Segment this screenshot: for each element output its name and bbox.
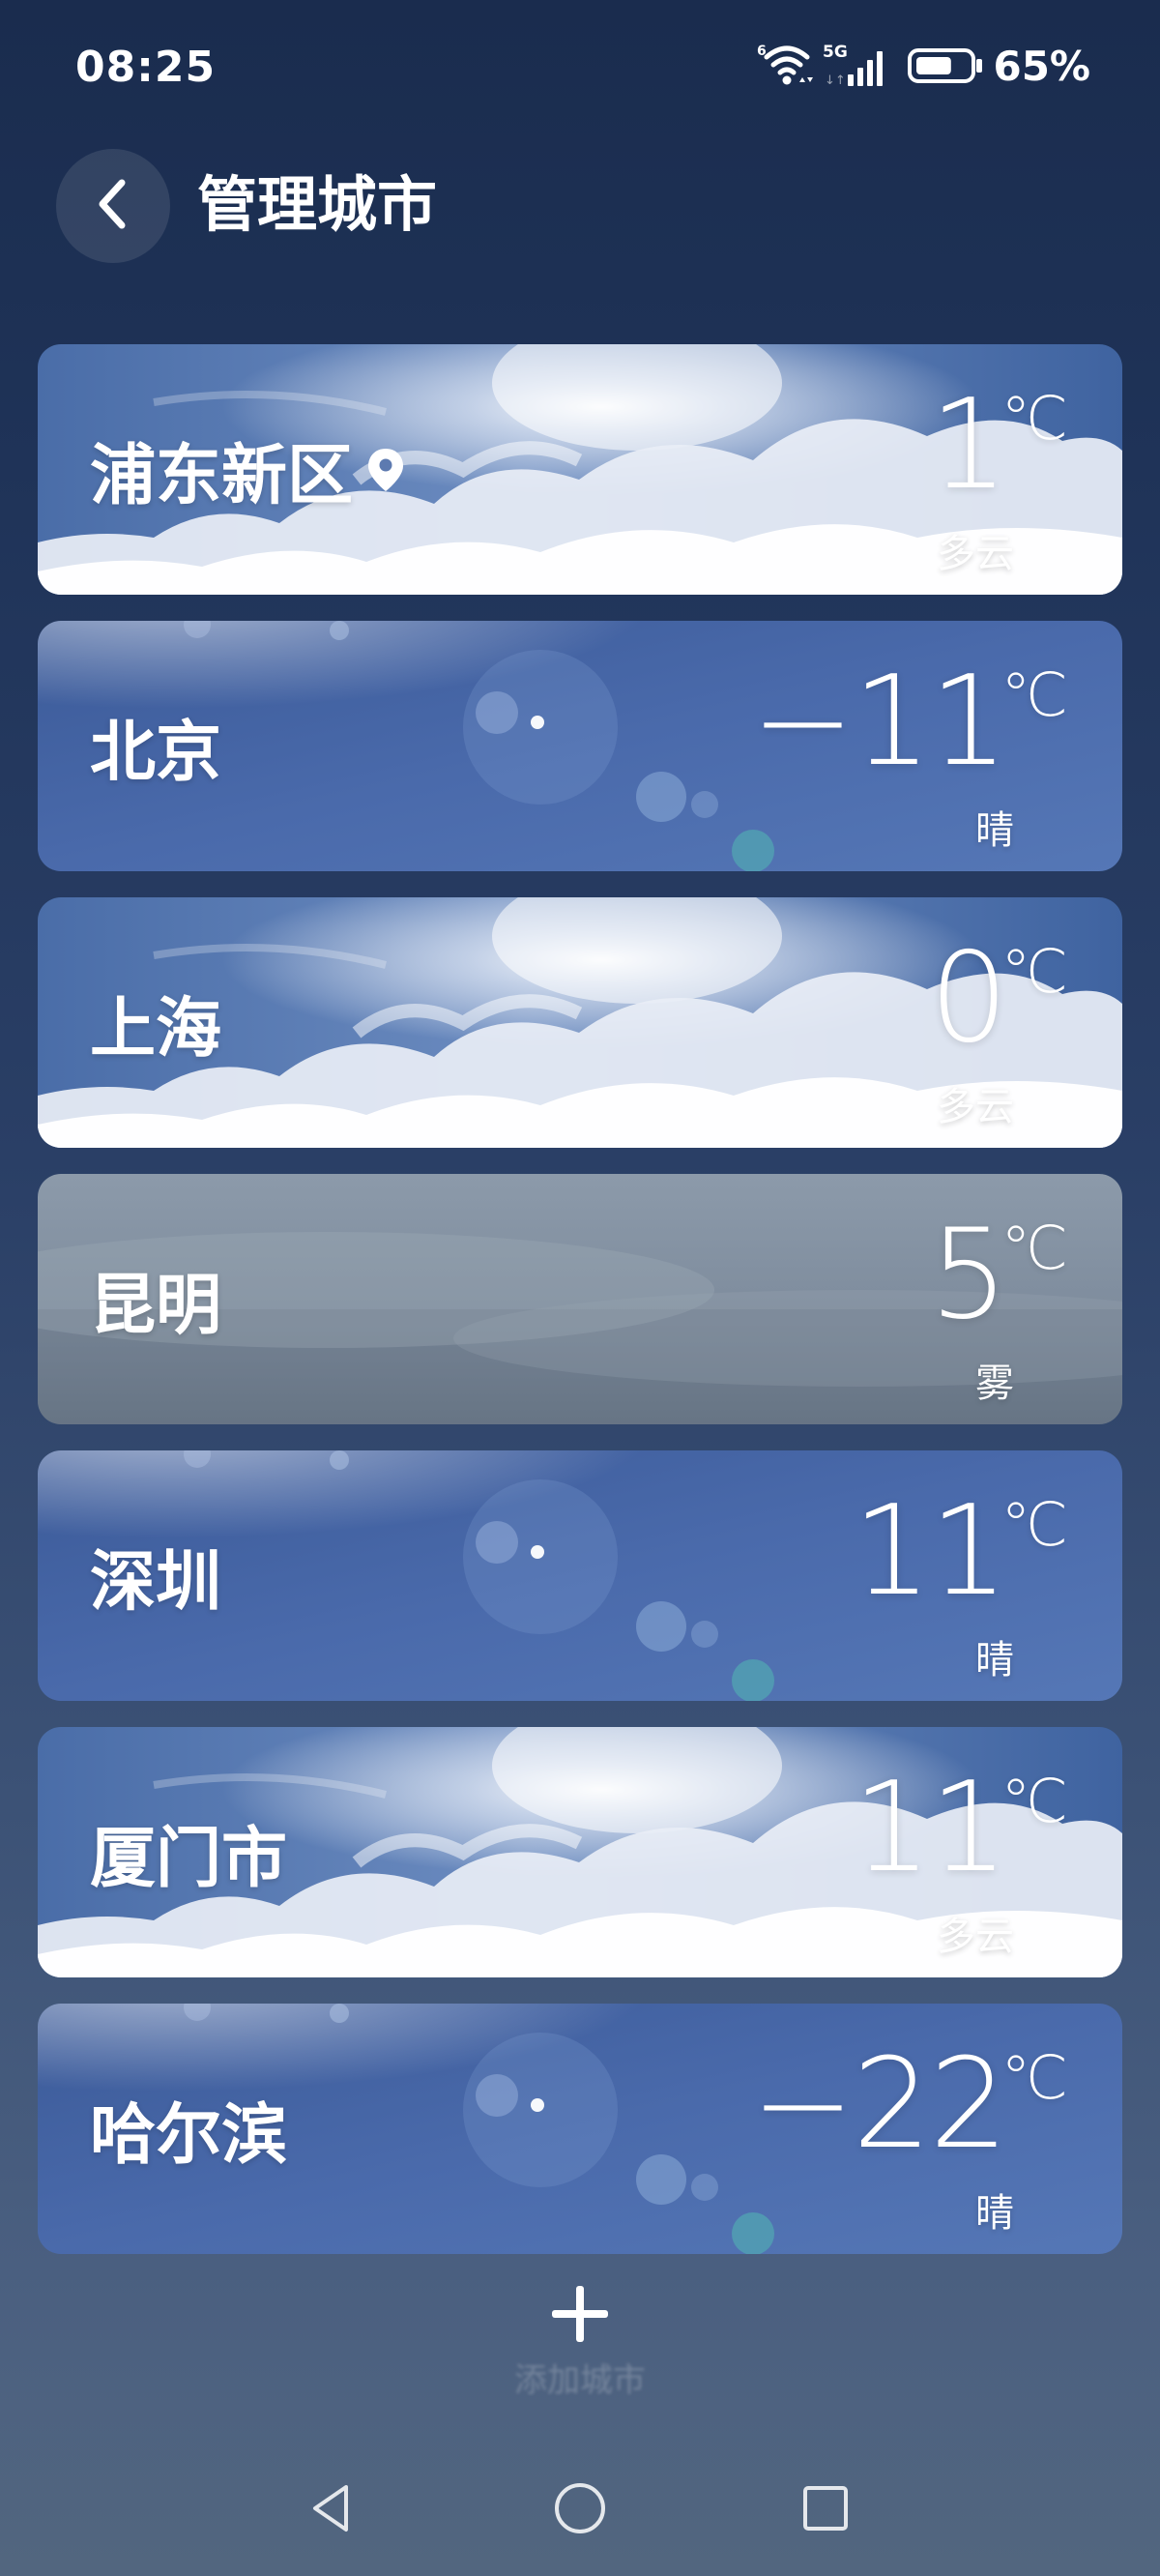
temperature-wrap: −22 [750,2033,1008,2178]
city-name-row: 昆明 [90,1174,221,1424]
back-button[interactable] [56,149,170,263]
temperature-value: −11 [750,650,1008,794]
home-circle-icon [551,2479,609,2541]
temperature-unit: ℃ [1000,383,1068,454]
temperature-wrap: 5 [929,1203,1008,1348]
weather-condition: 晴 [975,1638,1014,1683]
temperature-wrap: 11 [853,1756,1008,1901]
temperature-wrap: −11 [750,650,1008,795]
city-card[interactable]: 上海 0 ℃ 多云 [38,897,1122,1148]
battery-icon [908,46,985,85]
city-name-row: 上海 [90,897,221,1148]
city-list: 浦东新区 1 ℃ 多云 北京 −11 ℃ 晴 上海 0 ℃ 多云 昆明 5 ℃ 雾 [38,344,1122,2280]
city-card[interactable]: 厦门市 11 ℃ 多云 [38,1727,1122,1977]
back-triangle-icon [304,2479,362,2541]
svg-text:↓↑: ↓↑ [825,73,846,88]
city-name-row: 浦东新区 [90,344,405,595]
weather-condition: 多云 [937,532,1014,576]
city-name-row: 深圳 [90,1450,221,1701]
nav-back-button[interactable] [292,2470,373,2551]
city-name: 昆明 [90,1268,222,1344]
city-name: 上海 [90,991,222,1068]
location-pin-icon [366,447,405,493]
weather-condition: 雾 [975,1361,1014,1406]
temperature-value: 11 [853,1479,1008,1624]
city-name: 浦东新区 [90,438,354,514]
weather-condition: 多云 [937,1915,1014,1959]
temperature-unit: ℃ [1000,659,1068,730]
temperature-value: 1 [929,373,1008,517]
recents-square-icon [797,2479,855,2541]
weather-condition: 晴 [975,2191,1014,2236]
city-card[interactable]: 昆明 5 ℃ 雾 [38,1174,1122,1424]
city-card[interactable]: 深圳 11 ℃ 晴 [38,1450,1122,1701]
city-name: 深圳 [90,1544,222,1621]
temperature-value: 11 [853,1756,1008,1900]
status-icons: 6 5G ↓↑ 65% [757,39,1090,93]
temperature-wrap: 0 [929,926,1008,1071]
temperature-unit: ℃ [1000,936,1068,1007]
city-name: 厦门市 [90,1821,288,1897]
temperature-value: 0 [929,926,1008,1070]
chevron-left-icon [91,175,135,237]
network-type: 5G [823,43,848,62]
temperature-wrap: 11 [853,1479,1008,1625]
weather-condition: 晴 [975,808,1014,853]
nav-home-button[interactable] [539,2470,621,2551]
city-card[interactable]: 北京 −11 ℃ 晴 [38,621,1122,871]
city-name-row: 哈尔滨 [90,2004,287,2254]
city-card[interactable]: 哈尔滨 −22 ℃ 晴 [38,2004,1122,2254]
city-name: 北京 [90,715,222,791]
temperature-unit: ℃ [1000,2042,1068,2113]
temperature-value: 5 [929,1203,1008,1347]
temperature-value: −22 [750,2033,1008,2177]
wifi-icon: 6 [757,42,817,90]
status-time: 08:25 [75,43,217,92]
temperature-wrap: 1 [929,373,1008,518]
status-bar: 08:25 6 5G ↓↑ 65% [0,0,1160,135]
temperature-unit: ℃ [1000,1489,1068,1560]
add-city-button[interactable]: 添加城市 [474,2282,686,2417]
weather-condition: 多云 [937,1085,1014,1129]
plus-icon [548,2282,612,2350]
city-name: 哈尔滨 [90,2097,288,2174]
city-card[interactable]: 浦东新区 1 ℃ 多云 [38,344,1122,595]
nav-recents-button[interactable] [785,2470,866,2551]
page-title: 管理城市 [197,169,438,240]
temperature-unit: ℃ [1000,1766,1068,1836]
temperature-unit: ℃ [1000,1213,1068,1283]
add-city-label: 添加城市 [514,2361,646,2400]
battery-percent: 65% [993,42,1090,90]
navigation-bar [0,2456,1160,2576]
city-name-row: 厦门市 [90,1727,287,1977]
city-name-row: 北京 [90,621,221,871]
cellular-signal-icon: 5G ↓↑ [823,42,894,90]
